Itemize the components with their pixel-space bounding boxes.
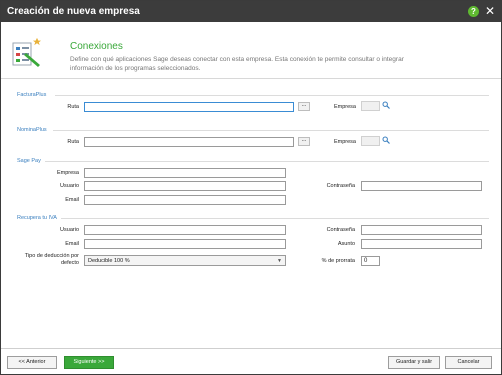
nominaplus-empresa-label: Empresa xyxy=(333,139,356,145)
footer-divider xyxy=(1,348,501,349)
page-title: Conexiones xyxy=(70,41,123,52)
chevron-down-icon: ▼ xyxy=(277,258,282,264)
header-divider xyxy=(1,78,501,79)
section-facturaplus-title: FacturaPlus xyxy=(17,92,47,98)
sagepay-usuario-input[interactable] xyxy=(84,181,286,191)
facturaplus-browse-button[interactable]: ... xyxy=(298,102,310,111)
recupera-contrasena-input[interactable] xyxy=(361,225,482,235)
page-description: Define con qué aplicaciones Sage deseas … xyxy=(70,56,404,72)
save-and-exit-button[interactable]: Guardar y salir xyxy=(388,356,440,369)
section-divider xyxy=(55,95,489,96)
sagepay-email-input[interactable] xyxy=(84,195,286,205)
facturaplus-search-icon[interactable] xyxy=(382,101,390,109)
recupera-usuario-label: Usuario xyxy=(60,227,79,233)
recupera-usuario-input[interactable] xyxy=(84,225,286,235)
close-icon[interactable]: ✕ xyxy=(483,4,497,18)
nominaplus-ruta-label: Ruta xyxy=(67,139,79,145)
section-recupera-title: Recupera tu IVA xyxy=(17,215,57,221)
recupera-prorrata-input[interactable]: 0 xyxy=(361,256,380,266)
facturaplus-ruta-input[interactable] xyxy=(84,102,294,112)
sagepay-empresa-label: Empresa xyxy=(56,170,79,176)
recupera-deduccion-select[interactable]: Deducible 100 % ▼ xyxy=(84,255,286,266)
next-button[interactable]: Siguiente >> xyxy=(64,356,114,369)
sagepay-email-label: Email xyxy=(65,197,79,203)
recupera-asunto-label: Asunto xyxy=(337,241,355,247)
section-sagepay-title: Sage Pay xyxy=(17,158,41,164)
dialog-window: Creación de nueva empresa ? ✕ Conexiones… xyxy=(0,0,502,375)
nominaplus-browse-button[interactable]: ... xyxy=(298,137,310,146)
cancel-button[interactable]: Cancelar xyxy=(445,356,492,369)
deduccion-label-line2: defecto xyxy=(60,259,79,266)
section-divider xyxy=(45,161,489,162)
section-divider xyxy=(53,130,489,131)
sagepay-empresa-input[interactable] xyxy=(84,168,286,178)
nominaplus-empresa-input[interactable] xyxy=(361,136,380,146)
section-nominaplus-title: NominaPlus xyxy=(17,127,47,133)
nominaplus-ruta-input[interactable] xyxy=(84,137,294,147)
recupera-email-input[interactable] xyxy=(84,239,286,249)
back-button[interactable]: << Anterior xyxy=(7,356,57,369)
recupera-email-label: Email xyxy=(65,241,79,247)
facturaplus-ruta-label: Ruta xyxy=(67,104,79,110)
recupera-prorrata-label: % de prorrata xyxy=(321,258,355,264)
recupera-asunto-input[interactable] xyxy=(361,239,482,249)
sagepay-contrasena-input[interactable] xyxy=(361,181,482,191)
section-divider xyxy=(61,218,489,219)
sagepay-contrasena-label: Contraseña xyxy=(326,183,355,189)
sagepay-usuario-label: Usuario xyxy=(60,183,79,189)
facturaplus-empresa-input[interactable] xyxy=(361,101,380,111)
nominaplus-search-icon[interactable] xyxy=(382,136,390,144)
deduccion-selected-value: Deducible 100 % xyxy=(88,258,130,264)
connections-icon xyxy=(12,37,42,67)
window-title: Creación de nueva empresa xyxy=(7,6,140,17)
title-bar: Creación de nueva empresa ? ✕ xyxy=(1,1,501,22)
facturaplus-empresa-label: Empresa xyxy=(333,104,356,110)
recupera-contrasena-label: Contraseña xyxy=(326,227,355,233)
recupera-deduccion-label: Tipo de deducción por defecto xyxy=(13,253,79,266)
question-icon[interactable]: ? xyxy=(468,6,479,17)
